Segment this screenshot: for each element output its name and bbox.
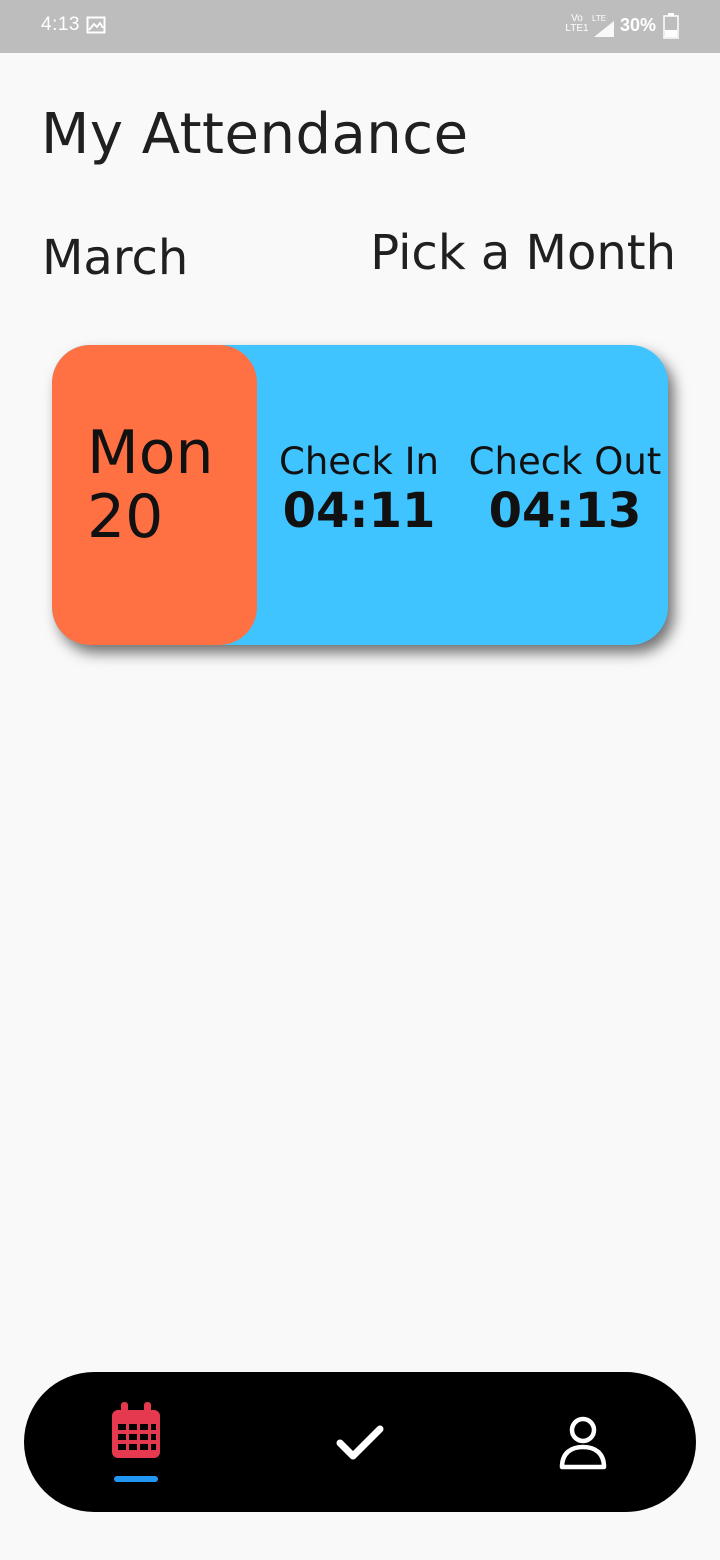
volte-bottom-label: LTE1 [565,23,589,34]
current-month-label: March [42,230,189,286]
attendance-record-card: Mon 20 Check In 04:11 Check Out 04:13 [52,345,668,645]
calendar-icon [112,1402,160,1458]
nav-profile-tab[interactable] [523,1372,643,1512]
person-icon [559,1416,607,1470]
status-time: 4:13 [41,14,80,35]
record-date: 20 [87,482,164,552]
date-block: Mon 20 [52,345,257,645]
pick-month-button[interactable]: Pick a Month [370,224,676,282]
page-title: My Attendance [41,102,469,167]
check-in-time: 04:11 [282,483,436,539]
record-day: Mon [87,418,214,488]
volte-indicator: Vo LTE1 [564,14,590,40]
check-out-label: Check Out [468,440,662,483]
status-bar: 4:13 Vo LTE1 LTE 30% [0,0,720,53]
nav-check-tab[interactable] [300,1372,420,1512]
signal-icon: LTE [592,14,614,37]
active-tab-indicator [114,1476,158,1482]
check-in-label: Check In [279,440,439,483]
check-in-column: Check In 04:11 [274,440,444,538]
nav-calendar-tab[interactable] [76,1372,196,1512]
battery-percent: 30% [620,15,657,35]
network-type-label: LTE [592,14,606,23]
check-out-time: 04:13 [488,483,642,539]
battery-icon [663,13,679,39]
check-out-column: Check Out 04:13 [462,440,668,538]
bottom-nav-bar [24,1372,696,1512]
check-icon [336,1425,384,1460]
gallery-icon [86,16,106,34]
